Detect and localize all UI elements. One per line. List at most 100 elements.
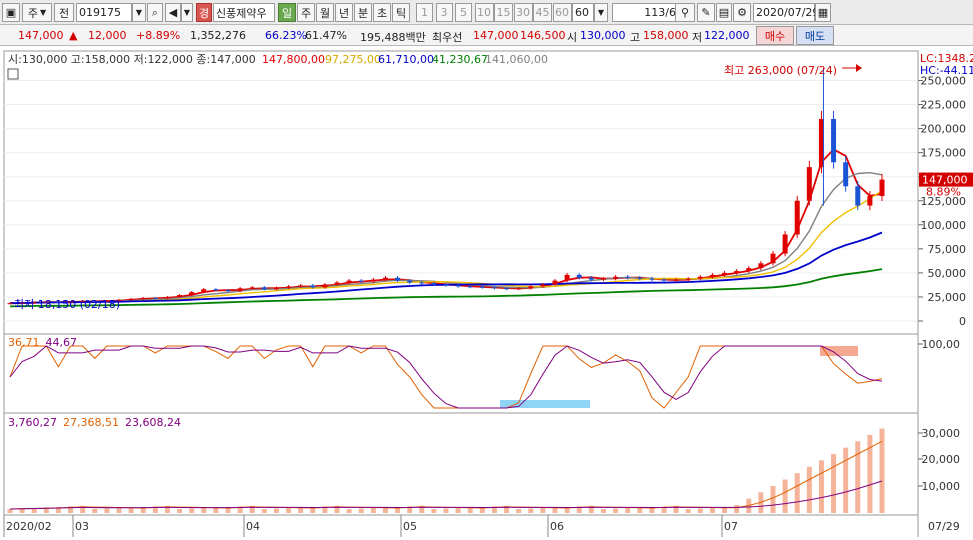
vol-legend: 3,760,27 27,368,51 23,608,24 <box>8 416 181 429</box>
indicator-icon[interactable]: ⚲ <box>675 3 695 22</box>
volume-bar <box>382 507 388 513</box>
interval-input[interactable]: 60 <box>572 3 594 22</box>
candle <box>564 274 570 281</box>
candle <box>722 272 728 275</box>
stoch-v2: 44,67 <box>46 336 78 349</box>
candle <box>600 278 606 280</box>
grid-toggle-icon[interactable] <box>7 68 19 80</box>
volume-bar <box>770 485 776 513</box>
candle <box>709 274 715 277</box>
warning-tag: 경 <box>196 3 212 22</box>
code-dropdown-icon[interactable]: ▼ <box>132 3 146 22</box>
interval-dropdown-icon[interactable]: ▼ <box>594 3 608 22</box>
sound-dropdown-icon[interactable]: ▼ <box>181 3 193 22</box>
interval-button[interactable]: 30 <box>513 3 533 22</box>
window-icon[interactable]: ▣ <box>2 3 20 22</box>
calendar-icon[interactable]: ▦ <box>815 3 831 22</box>
period-tab[interactable]: 틱 <box>392 3 410 22</box>
draw-icon[interactable]: ✎ <box>697 3 715 22</box>
volume-bar <box>443 508 449 513</box>
candle <box>261 287 267 290</box>
gear-icon[interactable]: ⚙ <box>733 3 751 22</box>
date-tick: 04 <box>246 520 260 533</box>
candle <box>673 279 679 281</box>
volume-bar <box>818 460 824 513</box>
volume: 1,352,276 <box>190 29 246 42</box>
volume-bar <box>552 507 558 513</box>
all-button[interactable]: 전 <box>54 3 74 22</box>
ratio2: 61.47% <box>305 29 347 42</box>
volume-bar <box>722 507 728 513</box>
candle <box>479 286 485 288</box>
candle <box>540 284 546 287</box>
candle <box>504 288 510 290</box>
candle <box>455 285 461 287</box>
date-input[interactable]: 2020/07/29 <box>753 3 819 22</box>
candle <box>758 263 764 269</box>
search-icon[interactable]: ⌕ <box>147 3 163 22</box>
quote-bar: 147,000 ▲ 12,000 +8.89% 1,352,276 66.23%… <box>0 25 973 46</box>
volume-bar <box>528 508 534 513</box>
candle <box>734 270 740 273</box>
candle <box>310 285 316 288</box>
period-tab[interactable]: 주 <box>297 3 315 22</box>
code-input[interactable]: 019175 <box>76 3 132 22</box>
candle <box>298 285 304 287</box>
date-tick: 07 <box>724 520 738 533</box>
interval-button[interactable]: 60 <box>552 3 572 22</box>
candle <box>831 118 837 163</box>
candle <box>649 278 655 280</box>
market-label: 주 <box>27 6 38 20</box>
candle <box>213 289 219 291</box>
volume-bar <box>213 507 219 513</box>
interval-button[interactable]: 15 <box>494 3 513 22</box>
interval-button[interactable]: 5 <box>455 3 472 22</box>
overbought-zone <box>820 346 858 356</box>
volume-bar <box>128 507 134 513</box>
volume-bar <box>600 509 606 513</box>
buy-button[interactable]: 매수 <box>756 26 794 45</box>
candle <box>552 280 558 285</box>
volume-bar <box>261 509 267 513</box>
change-arrow-icon: ▲ <box>69 29 78 42</box>
candle <box>467 286 473 288</box>
candle <box>7 303 13 305</box>
best-bid: 146,500 <box>520 29 566 42</box>
candle <box>346 280 352 283</box>
period-tab[interactable]: 월 <box>316 3 334 22</box>
market-select[interactable]: 주 ▼ <box>22 3 52 22</box>
candle <box>613 276 619 279</box>
period-tab[interactable]: 분 <box>354 3 372 22</box>
candle <box>286 286 292 288</box>
sound-icon[interactable]: ◀ <box>165 3 181 22</box>
sell-button[interactable]: 매도 <box>796 26 834 45</box>
price-tick: 50,000 <box>928 267 967 280</box>
candle <box>625 276 631 278</box>
save-icon[interactable]: ▤ <box>716 3 732 22</box>
volume-bar <box>286 507 292 513</box>
chart-svg: 시:130,000 고:158,000 저:122,000 종:147,000 … <box>0 46 973 537</box>
candle <box>770 253 776 264</box>
price-tick: 175,000 <box>921 147 967 160</box>
price-tick: 75,000 <box>928 243 967 256</box>
interval-button[interactable]: 45 <box>533 3 552 22</box>
best-ask: 147,000 <box>473 29 519 42</box>
price-tick: 25,000 <box>928 291 967 304</box>
price-panel <box>3 50 919 335</box>
ma1-legend: 147,800,00 <box>262 53 325 66</box>
candle <box>358 280 364 282</box>
volume-bar <box>116 507 122 513</box>
interval-button[interactable]: 3 <box>435 3 453 22</box>
volume-bar <box>697 508 703 513</box>
volume-bar <box>782 479 788 513</box>
count-value: 113 <box>644 6 666 19</box>
volume-bar <box>298 507 304 513</box>
candle <box>152 297 158 299</box>
price-tick: 250,000 <box>921 75 967 88</box>
interval-button[interactable]: 10 <box>474 3 494 22</box>
period-tab[interactable]: 년 <box>335 3 353 22</box>
interval-button[interactable]: 1 <box>416 3 433 22</box>
period-tab[interactable]: 초 <box>373 3 391 22</box>
high-note: 최고 263,000 (07/24) <box>724 64 837 77</box>
period-tab[interactable]: 일 <box>278 3 296 22</box>
